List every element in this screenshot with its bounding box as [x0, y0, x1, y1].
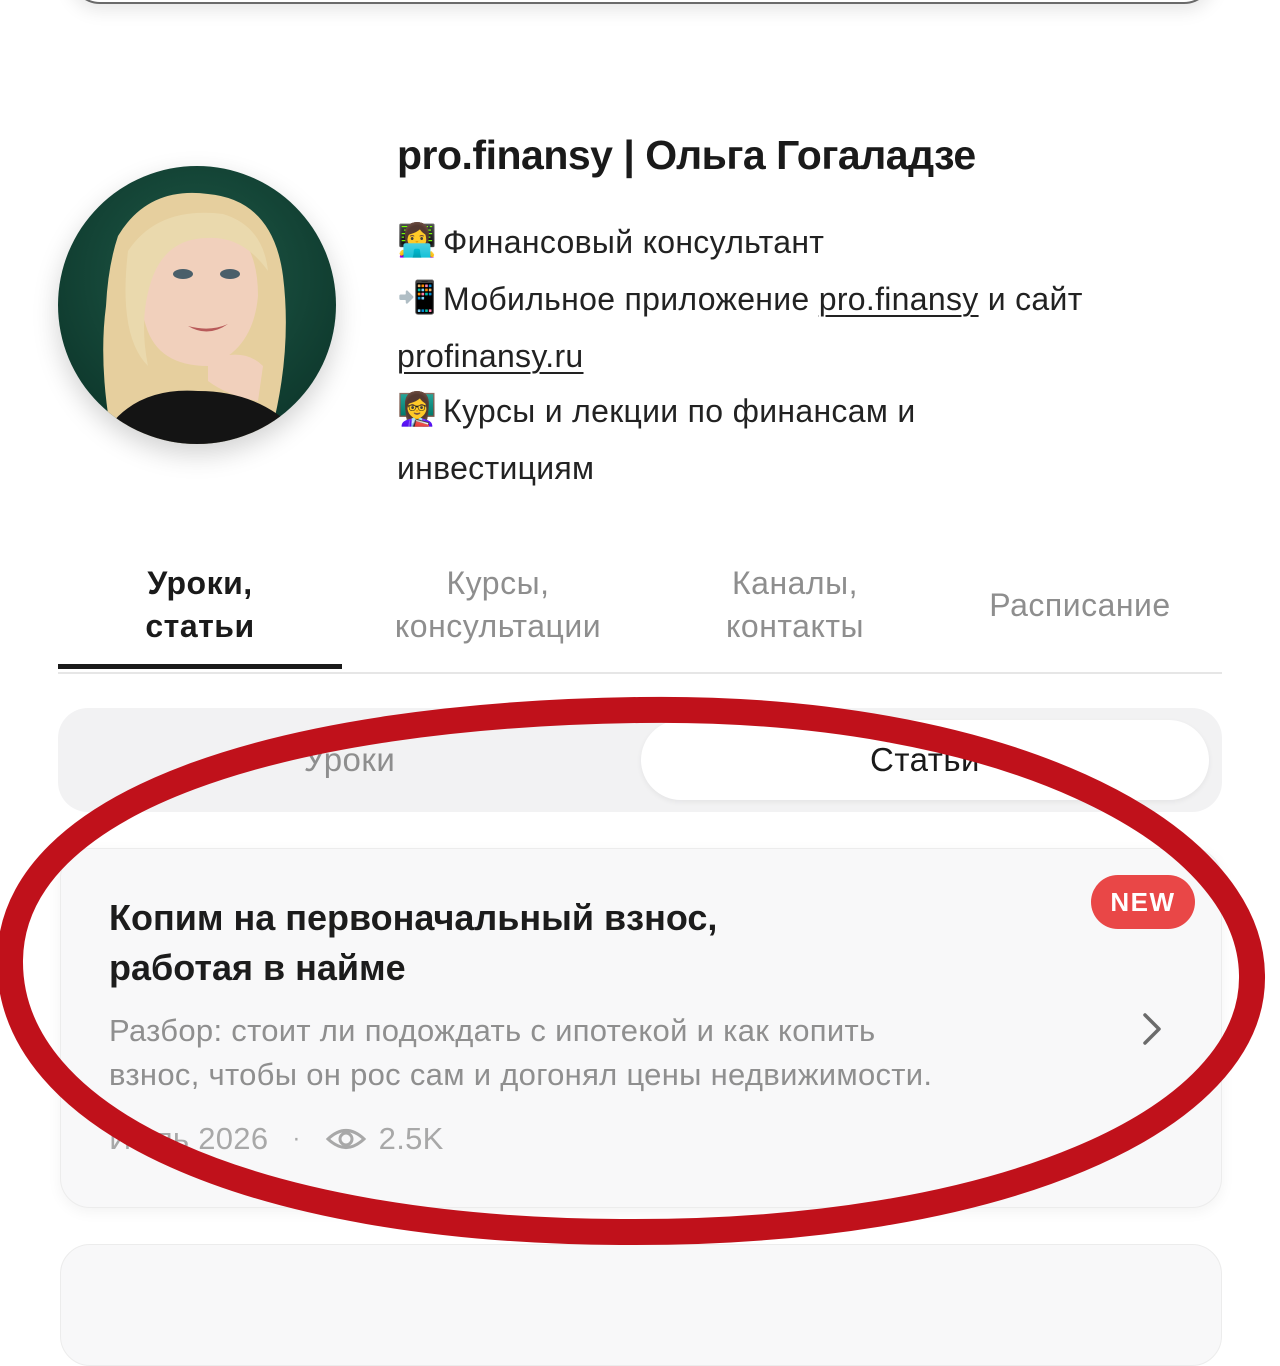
tab-schedule[interactable]: Расписание — [952, 540, 1208, 670]
tab-label: Курсы, — [446, 565, 550, 601]
article-title-line: Копим на первоначальный взнос, — [109, 897, 718, 938]
content-type-switch: Уроки Статьи — [58, 708, 1222, 812]
bio-line-site: profinansy.ru — [397, 329, 1227, 384]
segment-articles[interactable]: Статьи — [641, 708, 1209, 812]
bio-app-text: Мобильное приложение — [443, 281, 819, 318]
tab-label: Каналы, — [732, 565, 858, 601]
tab-label: Расписание — [989, 586, 1171, 623]
tab-courses-consultations[interactable]: Курсы, консультации — [358, 540, 638, 670]
woman-teacher-emoji: 👩‍🏫 — [397, 391, 438, 428]
tab-label: консультации — [394, 608, 602, 644]
meta-separator: · — [292, 1125, 301, 1152]
profile-bio: 👩‍💻 Финансовый консультант 📲 Мобильное при… — [397, 215, 1227, 496]
profile-name: pro.finansy | Ольга Гогаладзе — [397, 132, 976, 178]
article-date: Июль 2026 — [109, 1121, 269, 1156]
bio-role-text: Финансовый консультант — [443, 224, 825, 260]
bio-line-app: 📲 Мобильное приложение pro.finansy и сайт — [397, 272, 1227, 329]
article-description: Разбор: стоит ли подождать с ипотекой и … — [109, 1009, 1119, 1097]
site-link[interactable]: profinansy.ru — [397, 338, 584, 374]
bio-line-courses: 👩‍🏫 Курсы и лекции по финансам и — [397, 384, 1227, 441]
profile-avatar — [58, 166, 336, 444]
tab-channels-contacts[interactable]: Каналы, контакты — [658, 540, 932, 670]
article-views: 2.5K — [378, 1121, 444, 1156]
tab-label: статьи — [145, 608, 255, 644]
segment-lessons[interactable]: Уроки — [58, 708, 641, 812]
article-card[interactable]: NEW Копим на первоначальный взнос, работ… — [60, 848, 1222, 1208]
tab-label: Уроки, — [147, 565, 253, 601]
bio-courses-text: Курсы и лекции по финансам и — [443, 393, 916, 430]
bio-line-courses-cont: инвестициям — [397, 450, 595, 487]
app-link[interactable]: pro.finansy — [819, 281, 979, 317]
profile-tabs: Уроки, статьи Курсы, консультации Каналы, к… — [58, 540, 1222, 674]
eye-icon — [325, 1129, 366, 1149]
article-desc-line: взнос, чтобы он рос сам и догонял цены н… — [109, 1057, 933, 1092]
next-article-card[interactable] — [60, 1244, 1222, 1366]
article-title-line: работая в найме — [109, 947, 406, 988]
tab-label: контакты — [726, 608, 864, 644]
chevron-right-icon[interactable] — [1137, 1009, 1167, 1049]
article-title: Копим на первоначальный взнос, работая в… — [109, 893, 1009, 993]
new-badge: NEW — [1091, 875, 1195, 929]
woman-technologist-emoji: 👩‍💻 — [397, 222, 438, 259]
previous-card-edge — [70, 0, 1214, 4]
article-meta: Июль 2026 · 2.5K — [109, 1117, 444, 1161]
bio-line-role: 👩‍💻 Финансовый консультант — [397, 215, 1227, 272]
active-tab-indicator — [58, 664, 342, 669]
bio-site-text: и сайт — [978, 281, 1083, 318]
mobile-arrow-emoji: 📲 — [397, 279, 438, 316]
tab-lessons-articles[interactable]: Уроки, статьи — [58, 540, 342, 670]
article-desc-line: Разбор: стоит ли подождать с ипотекой и … — [109, 1013, 876, 1048]
